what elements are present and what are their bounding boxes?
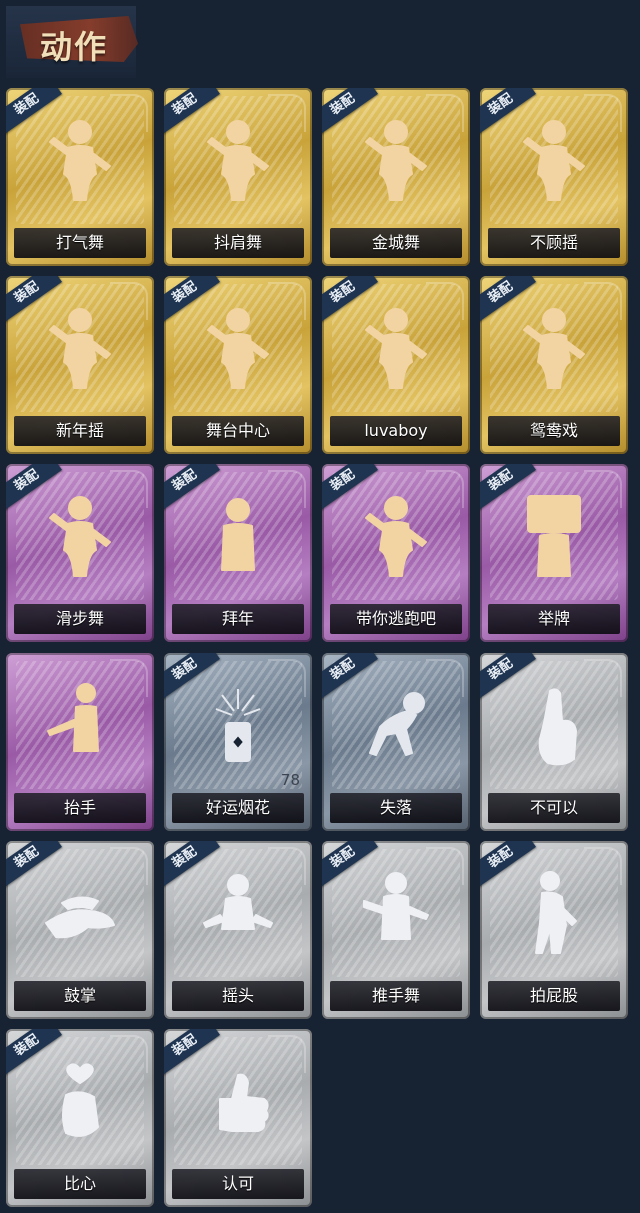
dance-figure-icon (356, 114, 436, 204)
card-label-bar: 滑步舞 (14, 604, 146, 634)
emote-card[interactable]: 78 好运烟花 装配 (164, 653, 312, 831)
emote-name: 带你逃跑吧 (355, 609, 436, 628)
dance-figure-icon (356, 302, 436, 392)
raise-hand-figure-icon (40, 679, 120, 769)
card-label-bar: 举牌 (488, 604, 620, 634)
emote-card[interactable]: 失落 装配 (322, 653, 470, 831)
emote-card[interactable]: 抖肩舞 装配 (164, 88, 312, 266)
card-label-bar: 拍屁股 (488, 981, 620, 1011)
dance-figure-icon (40, 114, 120, 204)
thumbs-up-icon (198, 1055, 278, 1145)
emote-name: 鸳鸯戏 (529, 421, 578, 440)
card-label-bar: 推手舞 (330, 981, 462, 1011)
crawl-figure-icon (356, 679, 436, 769)
item-count: 78 (280, 771, 300, 789)
push-hands-figure-icon (356, 867, 436, 957)
card-label-bar: 鸳鸯戏 (488, 416, 620, 446)
card-label-bar: 鼓掌 (14, 981, 146, 1011)
card-label-bar: 金城舞 (330, 228, 462, 258)
emote-name: 抖肩舞 (213, 233, 262, 252)
emote-card[interactable]: 摇头 装配 (164, 841, 312, 1019)
card-label-bar: 打气舞 (14, 228, 146, 258)
emote-name: 抬手 (63, 798, 96, 817)
emote-card[interactable]: 舞台中心 装配 (164, 276, 312, 454)
bow-figure-icon (198, 490, 278, 580)
finger-heart-icon (40, 1055, 120, 1145)
section-header: 动作 (6, 6, 138, 78)
emote-card[interactable]: 滑步舞 装配 (6, 464, 154, 642)
dance-figure-icon (40, 490, 120, 580)
card-label-bar: 好运烟花 (172, 793, 304, 823)
emote-name: 新年摇 (55, 421, 104, 440)
shake-head-figure-icon (198, 867, 278, 957)
card-label-bar: 摇头 (172, 981, 304, 1011)
emote-name: 不可以 (529, 798, 578, 817)
emote-name: 拍屁股 (529, 986, 578, 1005)
card-label-bar: 抬手 (14, 793, 146, 823)
pat-figure-icon (514, 867, 594, 957)
emote-name: 滑步舞 (55, 609, 104, 628)
card-label-bar: 新年摇 (14, 416, 146, 446)
dance-figure-icon (514, 302, 594, 392)
finger-wag-icon (514, 679, 594, 769)
emote-name: 摇头 (221, 986, 254, 1005)
emote-card[interactable]: 举牌 装配 (480, 464, 628, 642)
emote-name: 失落 (379, 798, 412, 817)
card-label-bar: 舞台中心 (172, 416, 304, 446)
card-label-bar: 不顾摇 (488, 228, 620, 258)
emote-name: 舞台中心 (205, 421, 270, 440)
emote-name: 好运烟花 (205, 798, 270, 817)
emote-card[interactable]: 抬手 (6, 653, 154, 831)
emote-name: 金城舞 (371, 233, 420, 252)
dance-figure-icon (198, 114, 278, 204)
card-label-bar: luvaboy (330, 416, 462, 446)
emote-name: 鼓掌 (63, 986, 96, 1005)
emote-name: 不顾摇 (529, 233, 578, 252)
clap-hands-icon (40, 867, 120, 957)
emote-name: 比心 (63, 1174, 96, 1193)
firework-icon (198, 679, 278, 769)
card-label-bar: 不可以 (488, 793, 620, 823)
emote-card[interactable]: 打气舞 装配 (6, 88, 154, 266)
emote-card[interactable]: 比心 装配 (6, 1029, 154, 1207)
emote-card[interactable]: 不可以 装配 (480, 653, 628, 831)
emote-card[interactable]: 带你逃跑吧 装配 (322, 464, 470, 642)
dance-figure-icon (40, 302, 120, 392)
emote-card[interactable]: 不顾摇 装配 (480, 88, 628, 266)
emote-card[interactable]: luvaboy 装配 (322, 276, 470, 454)
emote-card[interactable]: 鸳鸯戏 装配 (480, 276, 628, 454)
emote-card[interactable]: 新年摇 装配 (6, 276, 154, 454)
card-label-bar: 认可 (172, 1169, 304, 1199)
emote-name: 认可 (221, 1174, 254, 1193)
dance-figure-icon (198, 302, 278, 392)
emote-name: 打气舞 (55, 233, 104, 252)
card-label-bar: 拜年 (172, 604, 304, 634)
emote-card[interactable]: 认可 装配 (164, 1029, 312, 1207)
emote-name: 推手舞 (371, 986, 420, 1005)
dance-figure-icon (514, 114, 594, 204)
emote-name: 举牌 (537, 609, 570, 628)
emote-card[interactable]: 金城舞 装配 (322, 88, 470, 266)
card-label-bar: 抖肩舞 (172, 228, 304, 258)
card-label-bar: 失落 (330, 793, 462, 823)
card-label-bar: 比心 (14, 1169, 146, 1199)
emote-name: luvaboy (364, 421, 428, 440)
card-label-bar: 带你逃跑吧 (330, 604, 462, 634)
emote-card[interactable]: 推手舞 装配 (322, 841, 470, 1019)
emote-name: 拜年 (221, 609, 254, 628)
emote-card[interactable]: 拜年 装配 (164, 464, 312, 642)
dance-figure-icon (356, 490, 436, 580)
emote-card[interactable]: 拍屁股 装配 (480, 841, 628, 1019)
emote-card[interactable]: 鼓掌 装配 (6, 841, 154, 1019)
sign-figure-icon (514, 490, 594, 580)
page-title: 动作 (40, 28, 109, 66)
